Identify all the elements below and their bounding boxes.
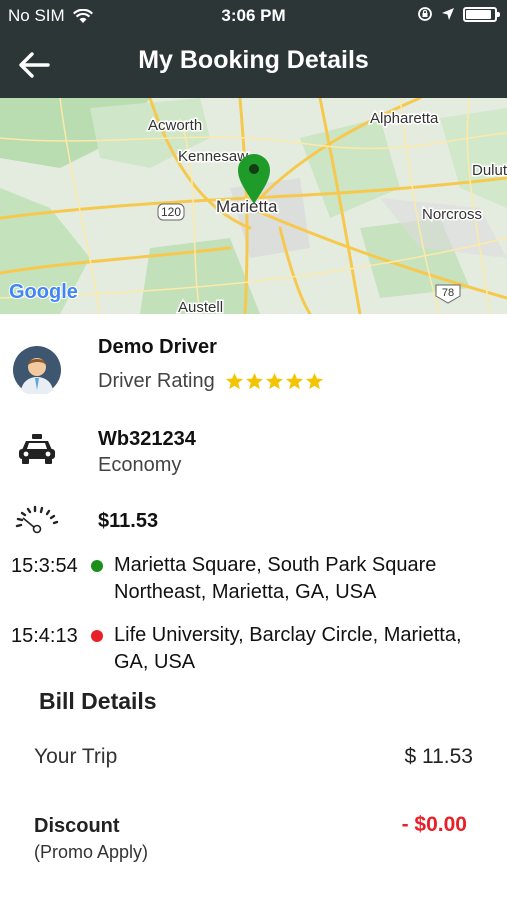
- map-label-norcross: Norcross: [422, 206, 482, 223]
- trip-value: $ 11.53: [404, 745, 473, 768]
- speedometer-icon: [15, 505, 59, 534]
- nav-bar: My Booking Details: [0, 32, 507, 98]
- bill-details-title: Bill Details: [39, 688, 157, 714]
- trip-label: Your Trip: [34, 745, 118, 768]
- pickup-dot-icon: [91, 560, 103, 572]
- lock-rotation-icon: [418, 7, 432, 21]
- star-icon: [225, 372, 243, 390]
- dropoff-address: Life University, Barclay Circle, Mariett…: [114, 624, 462, 673]
- google-logo: Google: [9, 281, 78, 303]
- driver-name: Demo Driver: [98, 336, 217, 358]
- discount-label: Discount: [34, 815, 120, 837]
- fare-amount: $11.53: [98, 510, 159, 532]
- discount-sublabel: (Promo Apply): [34, 842, 149, 862]
- map-label-duluth: Dulut: [472, 162, 507, 179]
- vehicle-plate: Wb321234: [98, 428, 196, 450]
- discount-value: - $0.00: [401, 813, 467, 836]
- page-title: My Booking Details: [138, 46, 369, 74]
- dropoff-time: 15:4:13: [11, 625, 78, 647]
- star-icon: [265, 372, 283, 390]
- map-label-austell: Austell: [178, 299, 223, 314]
- star-icon: [305, 372, 323, 390]
- map-label-marietta: Marietta: [216, 197, 278, 216]
- star-icon: [285, 372, 303, 390]
- rating-stars: [225, 372, 324, 391]
- battery-icon: [463, 6, 500, 22]
- route-78-label: 78: [442, 287, 454, 299]
- dropoff-dot-icon: [91, 630, 103, 642]
- pickup-time: 15:3:54: [11, 555, 78, 577]
- pickup-address: Marietta Square, South Park Square North…: [114, 554, 437, 603]
- status-bar: No SIM 3:06 PM: [0, 0, 507, 32]
- route-map[interactable]: 120 78 Acworth Kennesaw Marietta Alphare…: [0, 98, 507, 314]
- star-icon: [245, 372, 263, 390]
- vehicle-type: Economy: [98, 454, 182, 476]
- map-label-acworth: Acworth: [148, 117, 202, 134]
- taxi-icon: [19, 434, 55, 464]
- driver-avatar: [13, 346, 61, 394]
- location-arrow-icon: [442, 8, 454, 20]
- driver-rating-label: Driver Rating: [98, 370, 215, 392]
- map-label-kennesaw: Kennesaw: [178, 148, 248, 165]
- route-120-label: 120: [161, 205, 181, 219]
- driver-rating: Driver Rating: [98, 370, 324, 393]
- map-label-alpharetta: Alpharetta: [370, 110, 439, 127]
